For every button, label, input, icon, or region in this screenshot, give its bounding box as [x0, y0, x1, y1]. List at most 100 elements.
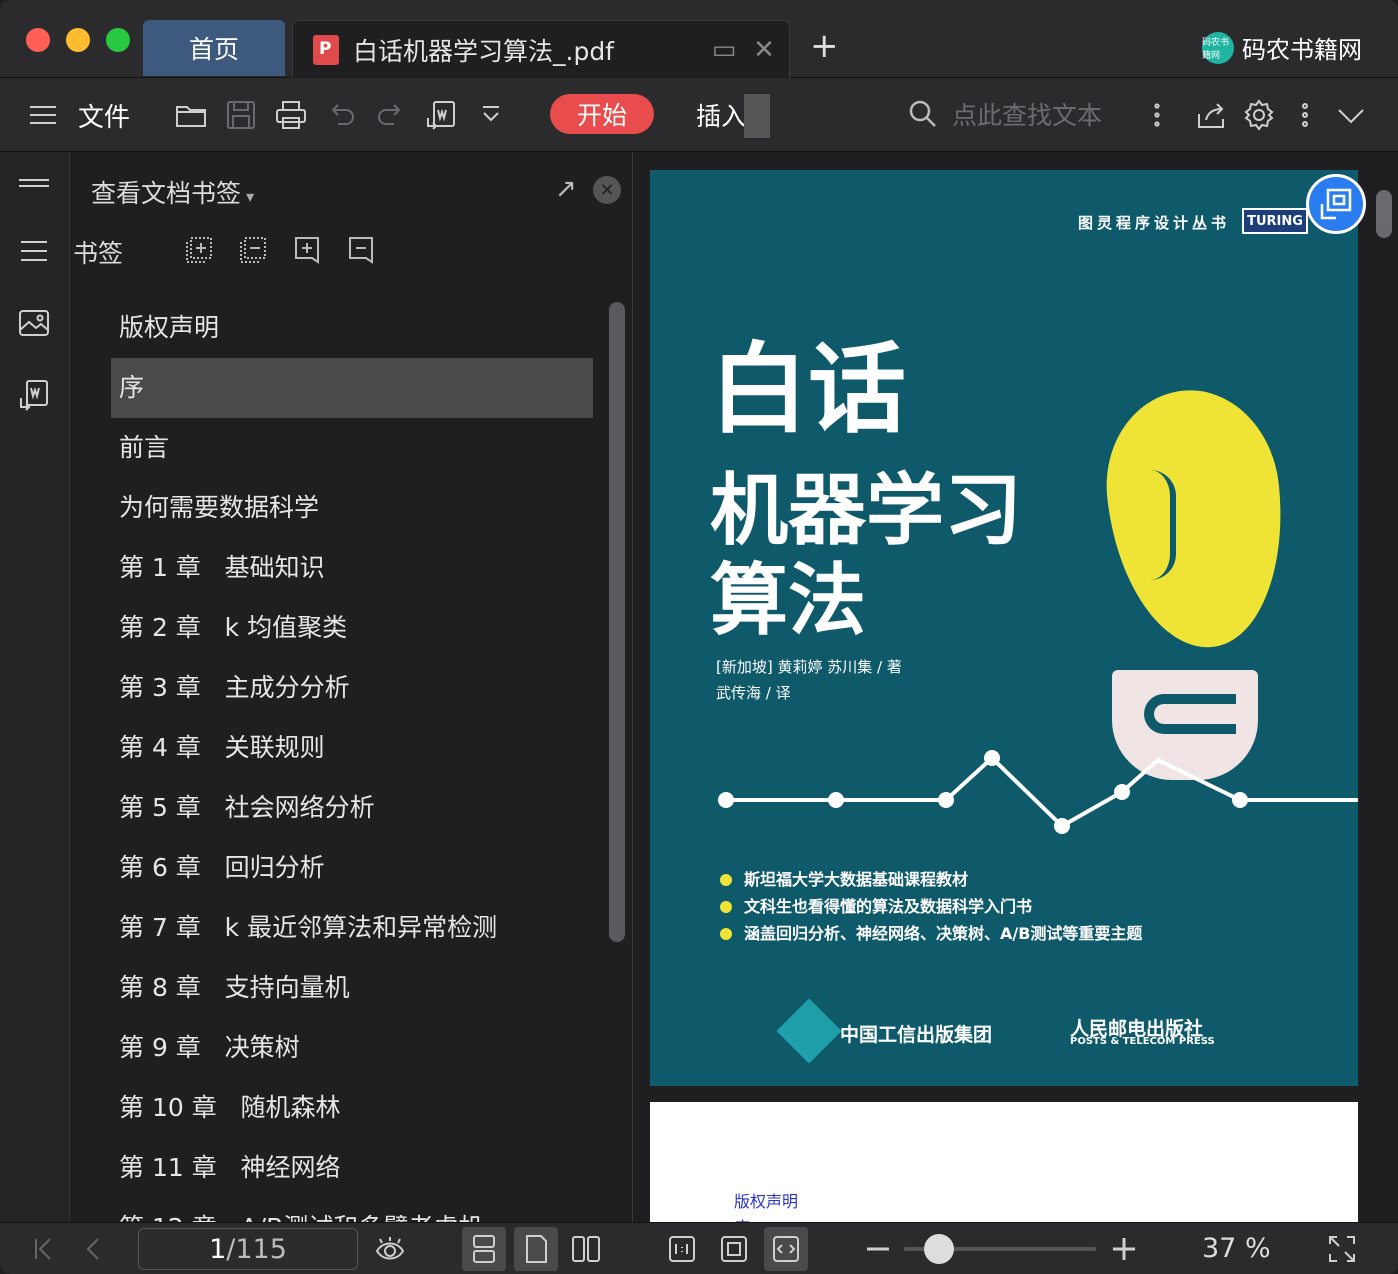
close-window-button[interactable] — [26, 28, 50, 52]
eye-protection-icon[interactable] — [372, 1231, 408, 1267]
bulb-socket-mark — [1144, 694, 1236, 734]
save-icon[interactable] — [224, 96, 258, 134]
start-tab-button[interactable]: 开始 — [550, 94, 654, 134]
screenshot-icon — [1320, 188, 1352, 220]
panel-title-dropdown[interactable]: 查看文档书签 — [91, 174, 254, 210]
zoom-window-button[interactable] — [106, 28, 130, 52]
bookmark-item[interactable]: 第 1 章 基础知识 — [111, 538, 593, 598]
tab-home[interactable]: 首页 — [143, 20, 285, 76]
bookmark-item[interactable]: 前言 — [111, 418, 593, 478]
insert-tab-button[interactable]: 插入 — [696, 96, 746, 134]
share-icon[interactable] — [1194, 96, 1228, 134]
toc-page: 版权声明 序 — [650, 1102, 1358, 1222]
lightbulb-bean-illustration — [1096, 381, 1296, 657]
close-tab-icon[interactable]: ✕ — [749, 35, 779, 65]
bookmark-panel: 查看文档书签 ↗ ✕ 书签 版权声明序前言为何需要数据科学第 1 章 基础知识第… — [71, 152, 633, 1222]
bookmark-item[interactable]: 第 4 章 关联规则 — [111, 718, 593, 778]
bookmark-item[interactable]: 第 12 章 A/B测试和多臂老虎机 — [111, 1198, 593, 1222]
print-icon[interactable] — [274, 96, 308, 134]
search-placeholder: 点此查找文本 — [952, 101, 1103, 130]
toolbar-overflow-handle[interactable] — [744, 94, 770, 138]
publisher-group: 中国工信出版集团 — [840, 1024, 993, 1046]
undo-icon[interactable] — [324, 96, 358, 134]
fit-page-icon[interactable] — [716, 1231, 752, 1267]
bookmark-item[interactable]: 第 2 章 k 均值聚类 — [111, 598, 593, 658]
close-panel-icon[interactable]: ✕ — [593, 176, 621, 204]
toc-link[interactable]: 版权声明 — [734, 1188, 798, 1212]
bookmark-tools — [183, 234, 377, 266]
continuous-scroll-icon[interactable] — [462, 1227, 506, 1271]
bookmark-item[interactable]: 版权声明 — [111, 298, 593, 358]
floating-screenshot-button[interactable] — [1306, 174, 1366, 234]
cover-title-line1: 白话 — [710, 333, 907, 447]
document-scrollbar[interactable] — [1376, 190, 1392, 238]
title-bar: 首页 白话机器学习算法_.pdf ▭ ✕ + 码农书籍网 码农书籍网 — [0, 0, 1398, 78]
cover-authors: [新加坡] 黄莉婷 苏川集 / 著 武传海 / 译 — [716, 654, 902, 706]
actual-size-icon[interactable] — [664, 1231, 700, 1267]
toc-link[interactable]: 序 — [734, 1214, 750, 1222]
bookmark-item[interactable]: 第 7 章 k 最近邻算法和异常检测 — [111, 898, 593, 958]
search-field[interactable]: 点此查找文本 — [908, 96, 1102, 132]
bookmark-item[interactable]: 序 — [111, 358, 593, 418]
brand-name: 码农书籍网 — [1242, 36, 1362, 64]
expand-all-icon[interactable] — [183, 234, 215, 266]
bookmark-section-label: 书签 — [73, 239, 124, 268]
minimize-window-button[interactable] — [66, 28, 90, 52]
file-menu[interactable]: 文件 — [78, 96, 130, 134]
panel-scrollbar[interactable] — [609, 302, 625, 942]
tab-document-label: 白话机器学习算法_.pdf — [353, 36, 614, 66]
more-dropdown-icon[interactable] — [474, 96, 508, 134]
cover-bullets: 斯坦福大学大数据基础课程教材 文科生也看得懂的算法及数据科学入门书 涵盖回归分析… — [720, 866, 1142, 947]
zoom-level[interactable]: 37 % — [1202, 1233, 1271, 1264]
settings-gear-icon[interactable] — [1242, 96, 1276, 134]
new-tab-button[interactable]: + — [810, 28, 839, 64]
convert-word-icon[interactable] — [17, 378, 51, 412]
bookmark-item[interactable]: 第 3 章 主成分分析 — [111, 658, 593, 718]
zoom-slider-knob[interactable] — [923, 1234, 954, 1264]
remove-bookmark-icon[interactable] — [345, 234, 377, 266]
bookmark-item[interactable]: 为何需要数据科学 — [111, 478, 593, 538]
publisher-name-en: POSTS & TELECOM PRESS — [1070, 1036, 1215, 1047]
book-cover-page: 图灵程序设计丛书 TURING 白话 机器学习 算法 [新加坡] 黄莉婷 苏川集… — [650, 170, 1358, 1086]
convert-to-word-icon[interactable] — [424, 96, 458, 134]
pop-out-arrow-icon[interactable]: ↗ — [555, 174, 577, 204]
left-rail — [0, 152, 70, 1222]
bookmark-item[interactable]: 第 5 章 社会网络分析 — [111, 778, 593, 838]
bookmark-item[interactable]: 第 9 章 决策树 — [111, 1018, 593, 1078]
kebab-menu-icon[interactable] — [1288, 96, 1322, 134]
single-page-icon[interactable] — [514, 1227, 558, 1271]
hamburger-menu-icon[interactable] — [26, 96, 60, 134]
cover-bullet: 文科生也看得懂的算法及数据科学入门书 — [720, 893, 1142, 920]
first-page-icon[interactable] — [26, 1231, 62, 1267]
bookmark-item[interactable]: 第 8 章 支持向量机 — [111, 958, 593, 1018]
fullscreen-icon[interactable] — [1324, 1231, 1360, 1267]
brand-logo-icon: 码农书籍网 — [1202, 31, 1234, 64]
more-vertical-icon[interactable] — [1140, 96, 1174, 134]
two-page-icon[interactable] — [568, 1231, 604, 1267]
collapse-rail-icon[interactable] — [17, 168, 51, 202]
tab-document[interactable]: 白话机器学习算法_.pdf ▭ ✕ — [292, 20, 790, 78]
add-bookmark-icon[interactable] — [291, 234, 323, 266]
bookmark-list: 版权声明序前言 为何需要数据科学第 1 章 基础知识第 2 章 k 均值聚类第 3… — [111, 298, 593, 1222]
collapse-all-icon[interactable] — [237, 234, 269, 266]
fit-width-icon[interactable] — [764, 1227, 808, 1271]
prev-page-icon[interactable] — [76, 1231, 112, 1267]
chevron-down-icon[interactable] — [1334, 96, 1368, 134]
page-number-input[interactable]: 1 /115 — [138, 1228, 358, 1270]
cover-title-line3: 算法 — [710, 556, 867, 646]
bookmark-item[interactable]: 第 10 章 随机森林 — [111, 1078, 593, 1138]
bookmark-list-icon[interactable] — [17, 234, 51, 268]
status-bar: 1 /115 37 % — [0, 1222, 1398, 1274]
authors-line: [新加坡] 黄莉婷 苏川集 / 著 — [716, 658, 902, 676]
translator-line: 武传海 / 译 — [716, 684, 791, 702]
redo-icon[interactable] — [374, 96, 408, 134]
zoom-out-icon[interactable] — [860, 1231, 896, 1267]
open-folder-icon[interactable] — [174, 96, 208, 134]
document-viewport[interactable]: 图灵程序设计丛书 TURING 白话 机器学习 算法 [新加坡] 黄莉婷 苏川集… — [634, 152, 1398, 1222]
screen-icon[interactable]: ▭ — [709, 35, 739, 65]
zoom-in-icon[interactable] — [1106, 1231, 1142, 1267]
bookmark-item[interactable]: 第 11 章 神经网络 — [111, 1138, 593, 1198]
thumbnail-image-icon[interactable] — [17, 306, 51, 340]
series-title: 图灵程序设计丛书 — [1077, 214, 1230, 232]
bookmark-item[interactable]: 第 6 章 回归分析 — [111, 838, 593, 898]
